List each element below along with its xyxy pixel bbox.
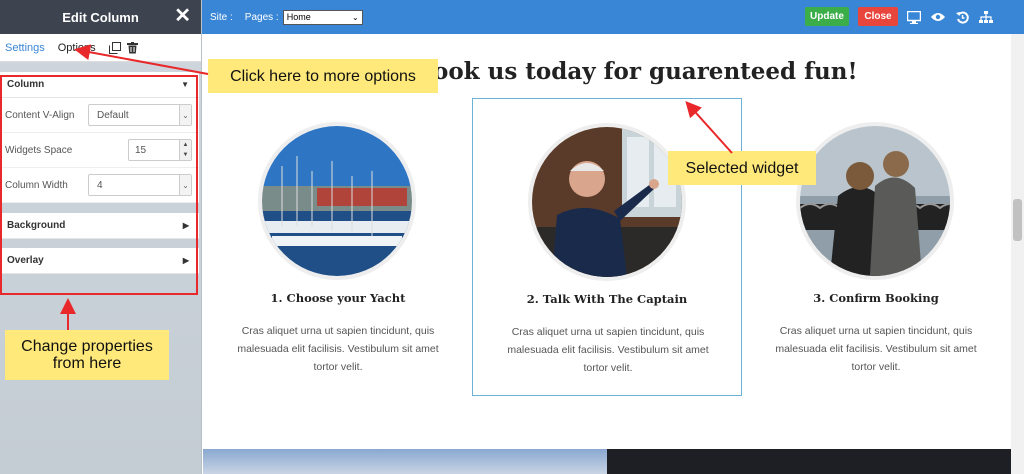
space-label: Widgets Space <box>5 144 73 156</box>
column-panel: Column ▼ Content V-Align Default ⌄ Widge… <box>0 72 199 203</box>
spinner[interactable]: ▲ ▼ <box>179 140 191 160</box>
spin-down-icon[interactable]: ▼ <box>180 150 191 160</box>
caret-right-icon: ▶ <box>182 221 189 230</box>
close-button[interactable]: Close <box>858 7 898 26</box>
page-scrollbar[interactable] <box>1011 34 1024 474</box>
card-title: 2. Talk With The Captain <box>526 292 688 306</box>
background-panel-header[interactable]: Background ▶ <box>0 213 199 239</box>
card-text: Cras aliquet urna ut sapien tincidunt, q… <box>507 326 709 374</box>
selected-widget-card[interactable]: 2. Talk With The Captain Cras aliquet ur… <box>472 98 742 396</box>
page-canvas: ook us today for guarenteed fun! 1. Choo… <box>203 34 1011 474</box>
spin-up-icon[interactable]: ▲ <box>180 140 191 150</box>
card-text: Cras aliquet urna ut sapien tincidunt, q… <box>237 325 439 373</box>
close-icon[interactable]: ✕ <box>174 6 191 26</box>
column-panel-header[interactable]: Column ▼ <box>0 72 199 98</box>
width-label: Column Width <box>5 179 68 191</box>
options-callout: Click here to more options <box>208 59 438 93</box>
valign-label: Content V-Align <box>5 109 75 121</box>
selected-widget-callout: Selected widget <box>668 151 816 185</box>
width-value: 4 <box>97 179 103 191</box>
yacht-harbor-image <box>258 122 416 280</box>
update-button[interactable]: Update <box>805 7 849 26</box>
valign-value: Default <box>97 109 129 121</box>
section-heading: ook us today for guarenteed fun! <box>433 58 858 85</box>
widget-card[interactable]: 1. Choose your Yacht Cras aliquet urna u… <box>203 98 473 396</box>
editor-topbar: Site : Pages : Home ⌄ Update Close <box>202 0 1024 34</box>
captain-image <box>528 123 686 281</box>
chevron-down-icon: ⌄ <box>179 105 191 125</box>
edit-column-sidebar: Edit Column ✕ Settings Options Column ▼ … <box>0 0 202 474</box>
card-text: Cras aliquet urna ut sapien tincidunt, q… <box>775 325 977 373</box>
pages-select[interactable]: Home ⌄ <box>282 9 363 25</box>
space-row: Widgets Space 15 ▲ ▼ <box>0 133 199 168</box>
chevron-down-icon: ⌄ <box>352 12 359 22</box>
sidebar-header: Edit Column ✕ <box>0 0 201 34</box>
card-title: 3. Confirm Booking <box>813 291 939 305</box>
tab-options[interactable]: Options <box>58 42 96 54</box>
overlay-panel-label: Overlay <box>7 255 44 266</box>
couple-image <box>796 122 954 280</box>
caret-down-icon: ▼ <box>181 80 189 89</box>
background-panel-label: Background <box>7 220 66 231</box>
sidebar-title: Edit Column <box>62 9 139 25</box>
width-row: Column Width 4 ⌄ <box>0 168 199 203</box>
copy-icon[interactable] <box>108 41 122 55</box>
sitemap-icon[interactable] <box>978 9 994 25</box>
trash-icon[interactable] <box>126 41 140 55</box>
chevron-down-icon: ⌄ <box>179 175 191 195</box>
caret-right-icon: ▶ <box>182 256 189 265</box>
pages-value: Home <box>286 12 311 22</box>
scroll-thumb[interactable] <box>1013 199 1022 241</box>
widget-card[interactable]: 3. Confirm Booking Cras aliquet urna ut … <box>741 98 1011 396</box>
site-label: Site : <box>210 11 233 23</box>
valign-select[interactable]: Default ⌄ <box>88 104 192 126</box>
change-properties-callout: Change properties from here <box>5 330 169 380</box>
valign-row: Content V-Align Default ⌄ <box>0 98 199 133</box>
next-section-preview <box>203 449 1011 474</box>
history-icon[interactable] <box>954 9 970 25</box>
column-panel-label: Column <box>7 79 45 90</box>
space-value: 15 <box>135 144 147 156</box>
sidebar-tabs: Settings Options <box>0 34 201 62</box>
width-select[interactable]: 4 ⌄ <box>88 174 192 196</box>
overlay-panel-header[interactable]: Overlay ▶ <box>0 248 199 274</box>
desktop-icon[interactable] <box>906 9 922 25</box>
card-title: 1. Choose your Yacht <box>270 291 406 305</box>
eye-icon[interactable] <box>930 9 946 25</box>
space-stepper[interactable]: 15 ▲ ▼ <box>128 139 192 161</box>
tab-settings[interactable]: Settings <box>5 42 45 54</box>
pages-label: Pages : <box>244 11 279 23</box>
